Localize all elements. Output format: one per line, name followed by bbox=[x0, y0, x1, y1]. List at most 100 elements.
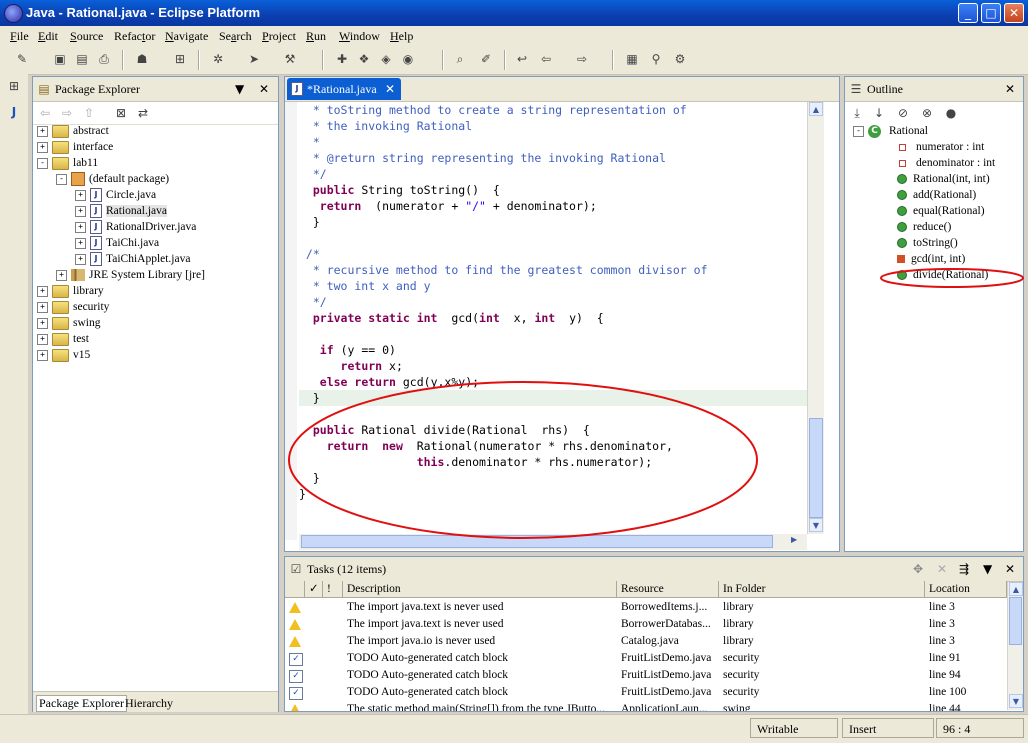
view-menu-icon[interactable]: ▼ bbox=[983, 562, 992, 576]
column-header[interactable]: Location bbox=[925, 581, 1007, 598]
tree-item[interactable]: + J Rational.java bbox=[75, 203, 167, 219]
outline-member[interactable]: add(Rational) bbox=[897, 187, 976, 203]
tree-item[interactable]: + JRE System Library [jre] bbox=[56, 267, 205, 283]
tree-item[interactable]: + library bbox=[37, 283, 104, 299]
column-header[interactable] bbox=[285, 581, 305, 598]
tree-item[interactable]: + J Circle.java bbox=[75, 187, 156, 203]
outline-class-row[interactable]: - C Rational bbox=[853, 123, 928, 139]
maximize-button[interactable]: □ bbox=[981, 3, 1001, 23]
menu-run[interactable]: Run bbox=[306, 29, 326, 44]
menu-search[interactable]: Search bbox=[219, 29, 252, 44]
collapse-all-icon[interactable]: ⊠ bbox=[113, 105, 129, 121]
back-icon[interactable]: ⇦ bbox=[37, 105, 53, 121]
table-row[interactable]: ✓ TODO Auto-generated catch block FruitLis… bbox=[285, 667, 1007, 684]
menu-refactor[interactable]: Refactor bbox=[114, 29, 155, 44]
forward-icon[interactable]: ⇨ bbox=[59, 105, 75, 121]
hide-nonpublic-icon[interactable]: ● bbox=[943, 105, 959, 121]
scroll-thumb[interactable] bbox=[1009, 597, 1022, 645]
collapse-icon[interactable]: - bbox=[37, 157, 48, 169]
run-icon[interactable]: ➤ bbox=[246, 51, 262, 67]
search-icon[interactable]: ⌕ bbox=[452, 51, 468, 67]
menu-project[interactable]: Project bbox=[262, 29, 296, 44]
print-icon[interactable]: ⎙ bbox=[96, 51, 112, 67]
toggle-icon[interactable]: ▦ bbox=[624, 51, 640, 67]
link-editor-icon[interactable]: ⇄ bbox=[135, 105, 151, 121]
new-class-icon[interactable]: ◈ bbox=[378, 51, 394, 67]
tab-package-explorer[interactable]: Package Explorer bbox=[36, 695, 127, 712]
close-icon[interactable]: ✕ bbox=[259, 82, 269, 96]
editor-horizontal-scrollbar[interactable]: ▶ bbox=[299, 534, 807, 550]
new-java-icon[interactable]: ◉ bbox=[400, 51, 416, 67]
expand-icon[interactable]: + bbox=[37, 333, 48, 345]
close-button[interactable]: ✕ bbox=[1004, 3, 1024, 23]
hide-fields-icon[interactable]: ⊘ bbox=[895, 105, 911, 121]
tree-item[interactable]: + swing bbox=[37, 315, 100, 331]
close-icon[interactable]: ✕ bbox=[1005, 562, 1015, 576]
outline-member[interactable]: numerator : int bbox=[897, 139, 984, 155]
collapse-icon[interactable]: - bbox=[56, 173, 67, 185]
tasks-vertical-scrollbar[interactable]: ▲ ▼ bbox=[1007, 582, 1023, 710]
expand-icon[interactable]: + bbox=[37, 125, 48, 137]
scroll-thumb[interactable] bbox=[809, 418, 823, 518]
debug-icon[interactable]: ✲ bbox=[210, 51, 226, 67]
tab-rational-java[interactable]: J *Rational.java ✕ bbox=[287, 78, 401, 100]
menu-edit[interactable]: Edit bbox=[38, 29, 58, 44]
expand-icon[interactable]: + bbox=[75, 221, 86, 233]
table-row[interactable]: ✓ TODO Auto-generated catch block FruitLis… bbox=[285, 650, 1007, 667]
up-icon[interactable]: ⇧ bbox=[81, 105, 97, 121]
outline-member[interactable]: gcd(int, int) bbox=[897, 251, 965, 267]
tree-item[interactable]: - (default package) bbox=[56, 171, 169, 187]
expand-icon[interactable]: + bbox=[37, 301, 48, 313]
tree-item[interactable]: - lab11 bbox=[37, 155, 98, 171]
table-row[interactable]: The import java.text is never used Borrow… bbox=[285, 599, 1007, 616]
outline-member[interactable]: denominator : int bbox=[897, 155, 995, 171]
last-edit-icon[interactable]: ↩ bbox=[514, 51, 530, 67]
table-row[interactable]: The import java.io is never used Catalog.… bbox=[285, 633, 1007, 650]
tree-item[interactable]: + test bbox=[37, 331, 89, 347]
column-header[interactable]: In Folder bbox=[719, 581, 925, 598]
table-row[interactable]: The static method main(String[]) from th… bbox=[285, 701, 1007, 711]
open-type-icon[interactable]: ☗ bbox=[134, 51, 150, 67]
expand-icon[interactable]: + bbox=[56, 269, 67, 281]
expand-icon[interactable]: + bbox=[75, 205, 86, 217]
hscroll-thumb[interactable] bbox=[301, 535, 773, 548]
table-row[interactable]: The import java.text is never used Borrow… bbox=[285, 616, 1007, 633]
outline-member[interactable]: equal(Rational) bbox=[897, 203, 985, 219]
delete-completed-icon[interactable]: ✕ bbox=[937, 562, 947, 576]
hide-static-icon[interactable]: ⊗ bbox=[919, 105, 935, 121]
tree-item[interactable]: + interface bbox=[37, 139, 113, 155]
expand-icon[interactable]: + bbox=[75, 189, 86, 201]
tree-item[interactable]: + abstract bbox=[37, 123, 109, 139]
save-icon[interactable]: ▣ bbox=[52, 51, 68, 67]
tab-hierarchy[interactable]: Hierarchy bbox=[125, 696, 173, 711]
scroll-up-icon[interactable]: ▲ bbox=[809, 102, 823, 116]
outline-member[interactable]: Rational(int, int) bbox=[897, 171, 990, 187]
menu-file[interactable]: File bbox=[10, 29, 29, 44]
tree-item[interactable]: + security bbox=[37, 299, 109, 315]
scroll-up-icon[interactable]: ▲ bbox=[1009, 582, 1023, 596]
external-tools-icon[interactable]: ⚒ bbox=[282, 51, 298, 67]
scroll-down-icon[interactable]: ▼ bbox=[809, 518, 823, 532]
sort-icon[interactable]: ⤓ bbox=[849, 105, 865, 121]
new-project-icon[interactable]: ✚ bbox=[334, 51, 350, 67]
outline-member[interactable]: reduce() bbox=[897, 219, 951, 235]
new-icon[interactable]: ✎ bbox=[14, 51, 30, 67]
save-all-icon[interactable]: ▤ bbox=[74, 51, 90, 67]
tree-item[interactable]: + J TaiChi.java bbox=[75, 235, 159, 251]
expand-icon[interactable]: + bbox=[75, 237, 86, 249]
collapse-icon[interactable]: - bbox=[853, 125, 864, 137]
filter-tasks-icon[interactable]: ⇶ bbox=[959, 562, 969, 576]
open-perspective-icon[interactable]: ⊞ bbox=[172, 51, 188, 67]
column-header[interactable]: Description bbox=[343, 581, 617, 598]
tree-item[interactable]: + v15 bbox=[37, 347, 90, 363]
column-header[interactable]: ✓ bbox=[305, 581, 323, 598]
tree-item[interactable]: + J RationalDriver.java bbox=[75, 219, 196, 235]
column-header[interactable]: ! bbox=[323, 581, 343, 598]
expand-icon[interactable]: + bbox=[37, 317, 48, 329]
column-header[interactable]: Resource bbox=[617, 581, 719, 598]
outline-member[interactable]: divide(Rational) bbox=[897, 267, 988, 283]
menu-help[interactable]: Help bbox=[390, 29, 413, 44]
forward-icon[interactable]: ⇨ bbox=[574, 51, 590, 67]
pin-icon[interactable]: ⚲ bbox=[648, 51, 664, 67]
annotation-icon[interactable]: ✐ bbox=[478, 51, 494, 67]
